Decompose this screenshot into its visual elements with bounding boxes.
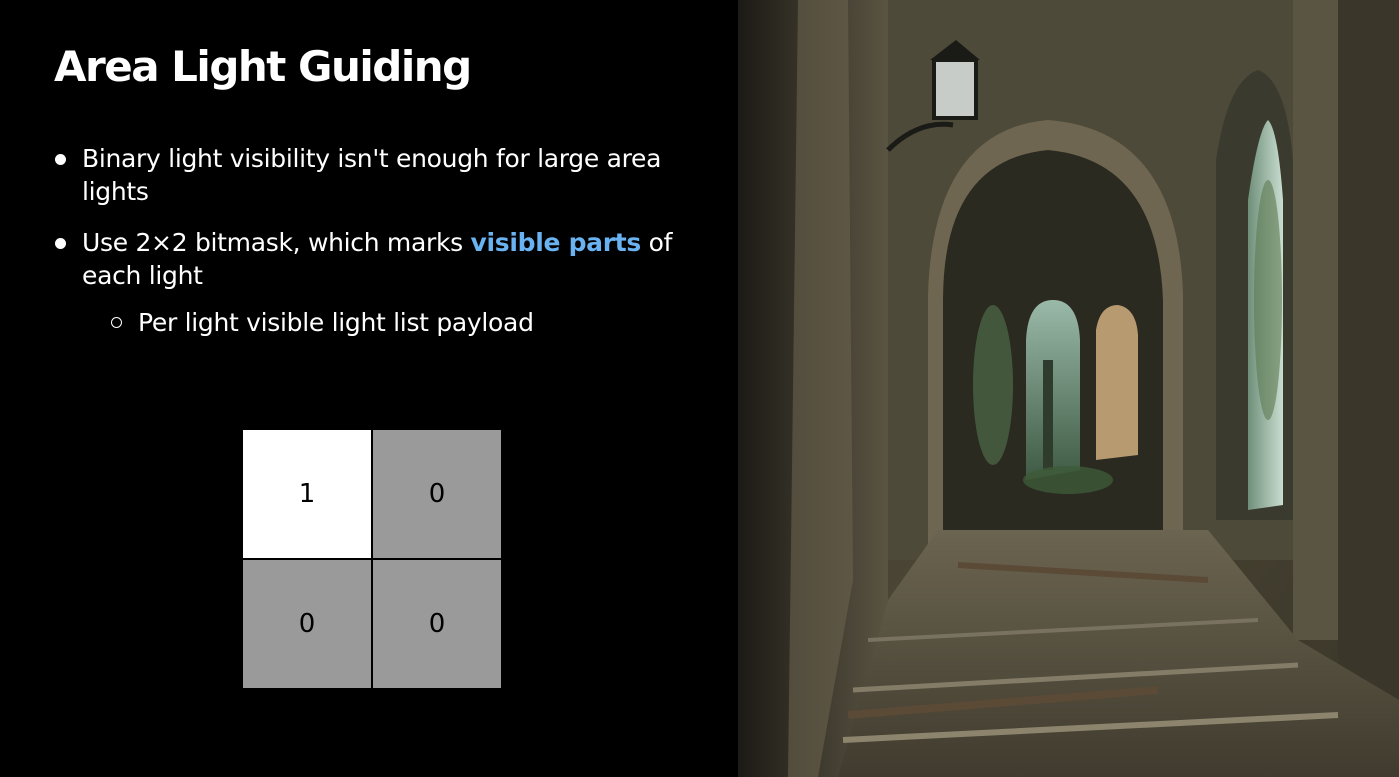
bullet-list: Binary light visibility isn't enough for… [54, 142, 694, 339]
bitmask-cell: 0 [373, 560, 501, 688]
bitmask-cell: 0 [243, 560, 371, 688]
slide: Area Light Guiding Binary light visibili… [0, 0, 1399, 777]
bullet-item: Use 2×2 bitmask, which marks visible par… [54, 226, 694, 292]
sub-bullet-item: Per light visible light list payload [54, 306, 694, 339]
bullet-text: Use 2×2 bitmask, which marks [82, 228, 471, 257]
sub-bullet-text: Per light visible light list payload [138, 308, 534, 337]
ruined-archway-render [738, 0, 1399, 777]
bitmask-cell: 0 [373, 430, 501, 558]
bullet-item: Binary light visibility isn't enough for… [54, 142, 694, 208]
render-image [738, 0, 1399, 777]
slide-title: Area Light Guiding [54, 42, 472, 91]
bullet-text: Binary light visibility isn't enough for… [82, 144, 662, 206]
bitmask-grid: 1 0 0 0 [243, 430, 501, 688]
highlight-text: visible parts [470, 228, 642, 257]
bitmask-cell: 1 [243, 430, 371, 558]
